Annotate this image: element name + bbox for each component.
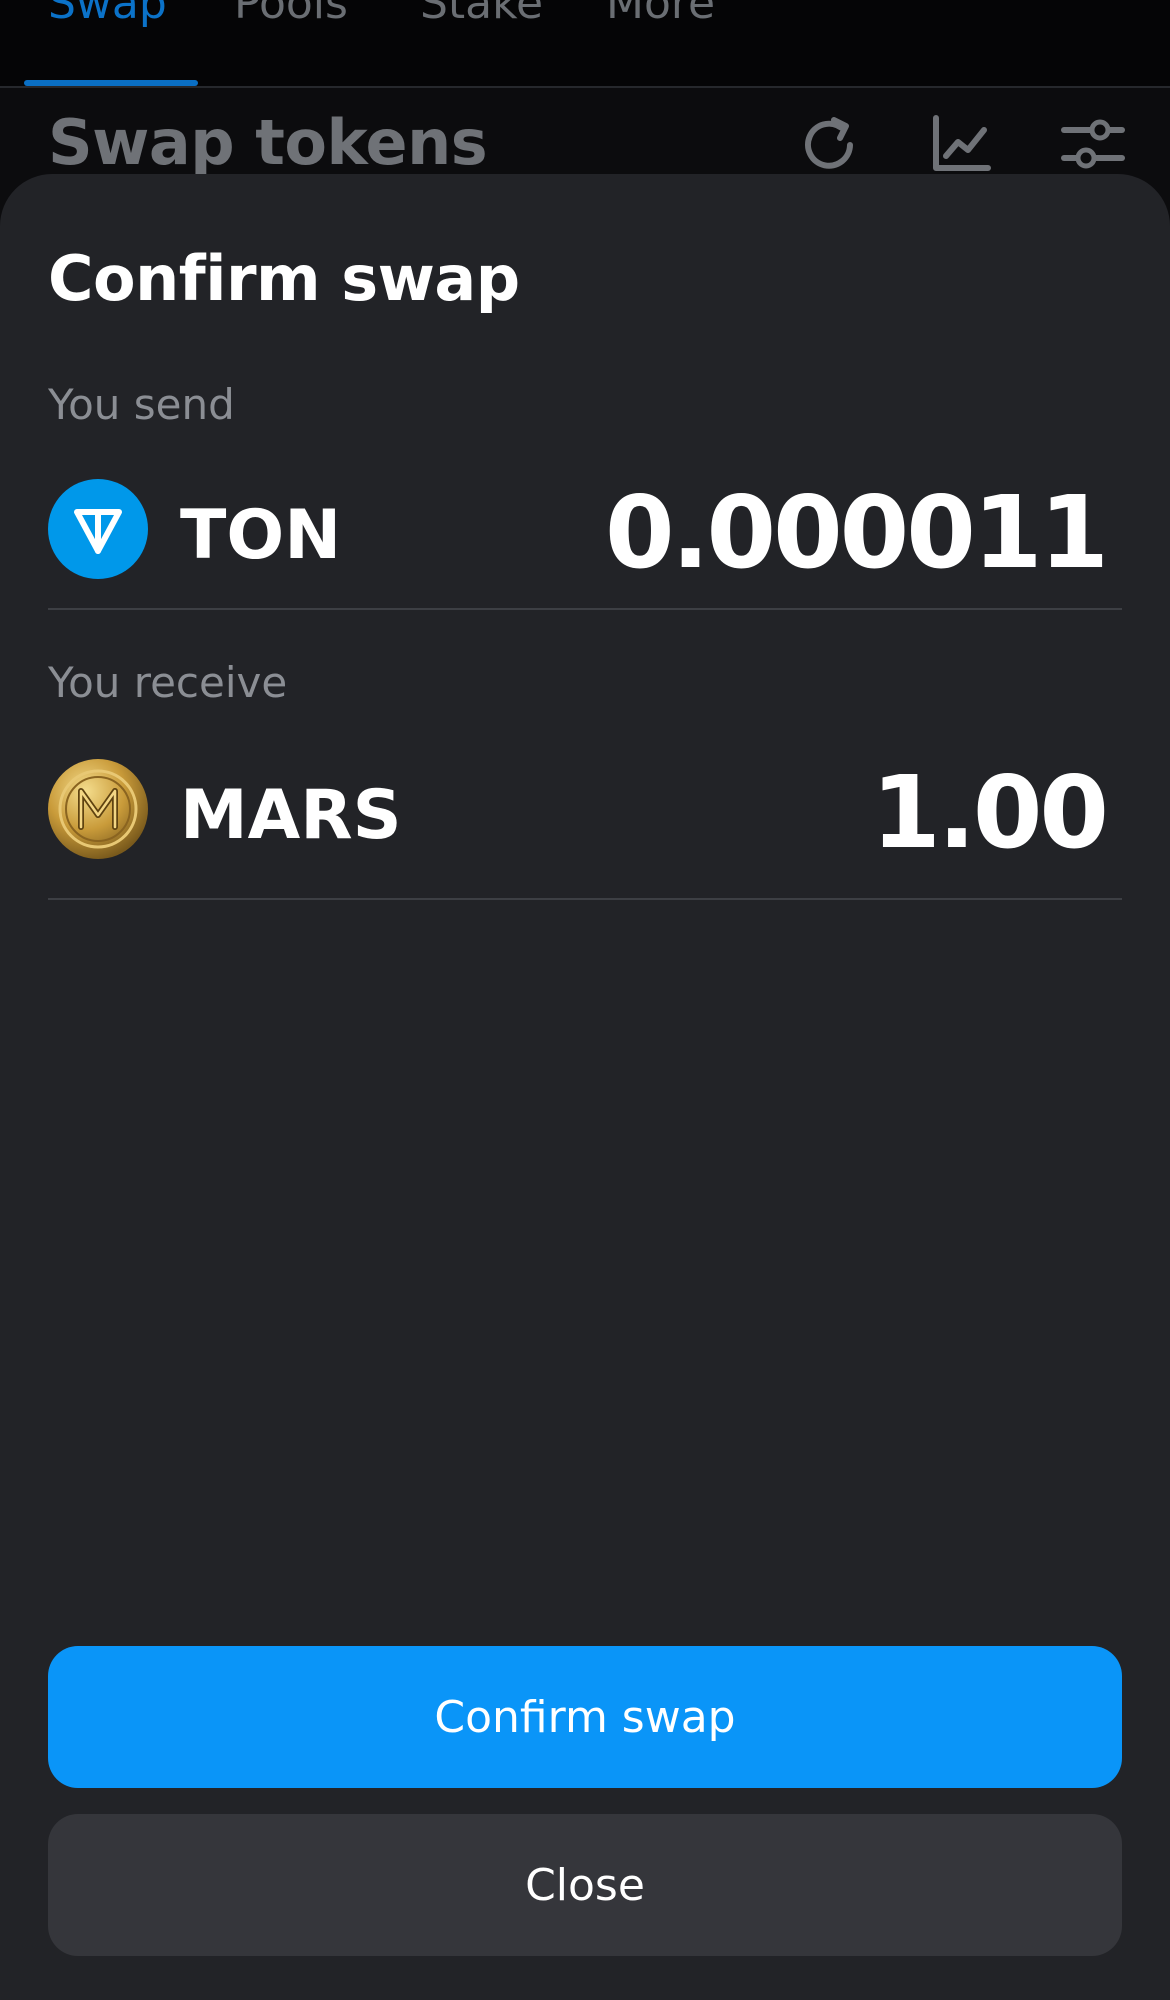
receive-label: You receive — [48, 658, 288, 707]
close-button[interactable]: Close — [48, 1814, 1122, 1956]
send-label: You send — [48, 380, 235, 429]
page-title: Swap tokens — [48, 106, 488, 179]
tab-more[interactable]: More — [606, 0, 715, 29]
modal-title: Confirm swap — [48, 242, 520, 315]
mars-coin-icon — [48, 759, 148, 859]
top-navigation: Swap Pools Stake More — [0, 0, 1170, 88]
send-token-row: TON 0.000011 — [48, 474, 1122, 591]
receive-token-row: MARS 1.00 — [48, 754, 1122, 871]
confirm-swap-button[interactable]: Confirm swap — [48, 1646, 1122, 1788]
send-token-symbol: TON — [180, 496, 342, 575]
app-root: Swap Pools Stake More Swap tokens Confir… — [0, 0, 1170, 2000]
divider — [48, 608, 1122, 610]
active-tab-indicator — [24, 80, 198, 86]
ton-logo-icon — [48, 479, 148, 579]
receive-amount: 1.00 — [871, 754, 1109, 871]
tab-swap[interactable]: Swap — [48, 0, 167, 29]
chart-icon[interactable] — [928, 112, 994, 178]
divider — [48, 898, 1122, 900]
tab-pools[interactable]: Pools — [234, 0, 348, 29]
refresh-icon[interactable] — [796, 112, 862, 178]
send-amount: 0.000011 — [604, 474, 1109, 591]
confirm-swap-sheet: Confirm swap You send TON 0.000011 You r… — [0, 174, 1170, 2000]
receive-token-symbol: MARS — [180, 776, 402, 855]
tab-stake[interactable]: Stake — [420, 0, 543, 29]
settings-sliders-icon[interactable] — [1060, 112, 1126, 178]
